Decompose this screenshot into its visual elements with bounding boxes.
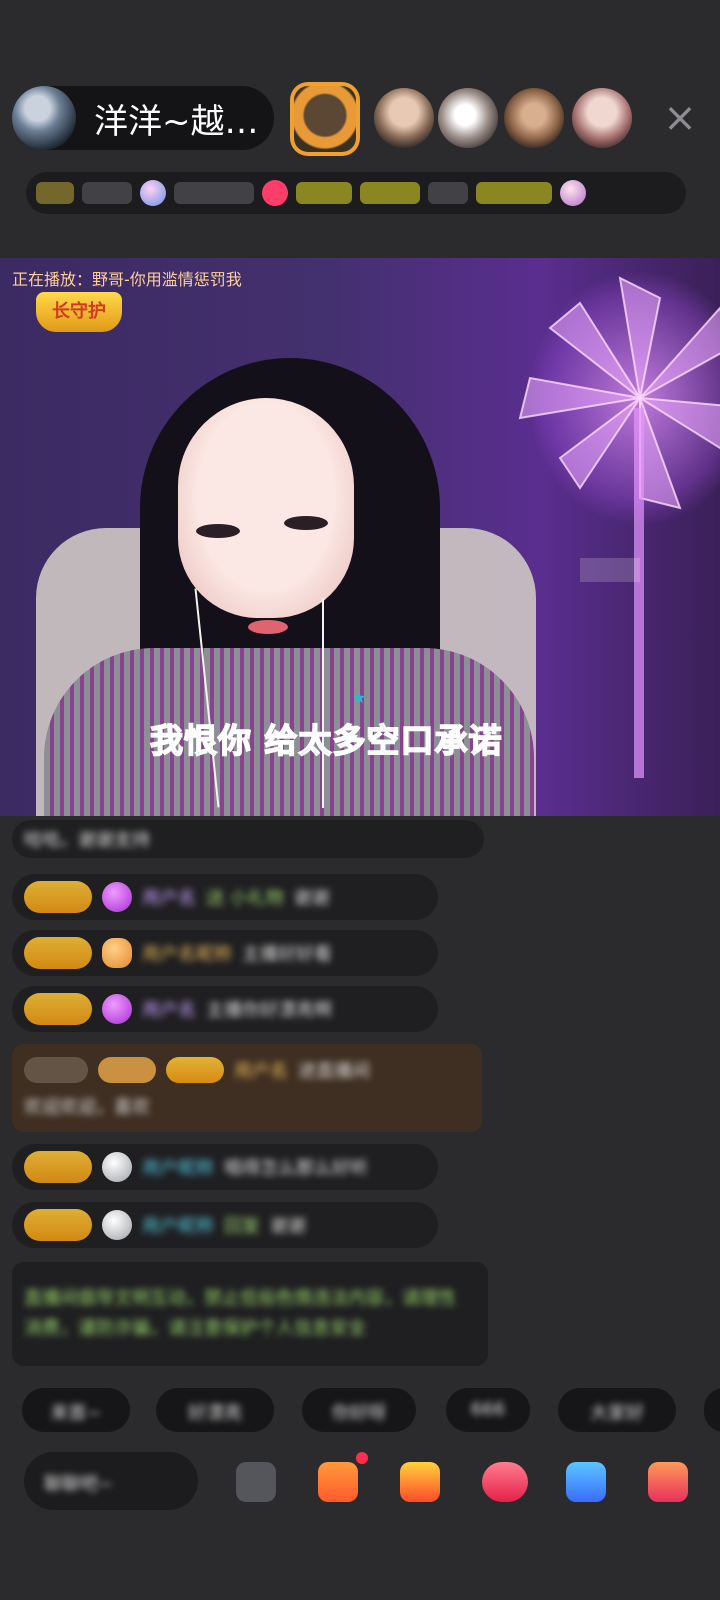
room-info-bar[interactable]: [26, 172, 686, 214]
gift-box-icon[interactable]: [318, 1462, 358, 1502]
quick-reply-chip[interactable]: 来首~: [22, 1388, 130, 1432]
viewer-avatar[interactable]: [572, 88, 632, 148]
guardian-badge[interactable]: 长守护: [36, 292, 122, 332]
chat-message[interactable]: 哈哈。谢谢支持: [12, 820, 484, 858]
live-video[interactable]: 正在播放：野哥-你用滥情惩罚我 长守护 ★ 我恨你 给太多空口承诺: [0, 258, 720, 816]
level-badge: [24, 1151, 92, 1183]
lyrics-caption: 我恨你 给太多空口承诺: [149, 720, 503, 761]
tag-chip[interactable]: [428, 182, 468, 204]
user-avatar-icon: [102, 1210, 132, 1240]
fan-badge: [98, 1057, 156, 1083]
user-avatar-icon: [102, 1152, 132, 1182]
earphone-wire: [322, 598, 324, 808]
close-icon[interactable]: ×: [662, 98, 698, 138]
level-badge: [24, 937, 92, 969]
quick-reply-chip[interactable]: 666: [446, 1388, 530, 1432]
tag-chip[interactable]: [476, 182, 552, 204]
gem-icon: [102, 994, 132, 1024]
lyric-star-icon: ★: [352, 688, 367, 707]
viewer-avatar[interactable]: [504, 88, 564, 148]
streamer-lips: [248, 620, 288, 634]
host-name: 洋洋~越…: [94, 101, 259, 142]
chat-message[interactable]: 用户名 主播你好漂亮啊: [12, 986, 438, 1032]
rank-badge[interactable]: [36, 182, 74, 204]
host-avatar[interactable]: [12, 86, 76, 150]
level-badge: [24, 1209, 92, 1241]
viewer-avatar[interactable]: [438, 88, 498, 148]
share-icon[interactable]: [566, 1462, 606, 1502]
fan-club-icon[interactable]: [560, 180, 586, 206]
notification-dot: [356, 1452, 368, 1464]
level-badge: [24, 881, 92, 913]
shop-icon[interactable]: [648, 1462, 688, 1502]
quick-reply-chip[interactable]: [704, 1388, 720, 1432]
chat-input[interactable]: 聊聊吧~: [24, 1452, 198, 1510]
quick-reply-chip[interactable]: 好漂亮: [156, 1388, 274, 1432]
streamer-eye: [284, 516, 328, 530]
chat-message[interactable]: 用户名 送 小礼物 谢谢: [12, 874, 438, 920]
chat-message[interactable]: 用户昵称 唱得怎么那么好听: [12, 1144, 438, 1190]
rank-badge: [24, 1057, 88, 1083]
heart-icon[interactable]: [482, 1462, 528, 1502]
more-icon[interactable]: [236, 1462, 276, 1502]
viewer-avatar[interactable]: [374, 88, 434, 148]
room-stat-text: [174, 182, 254, 204]
room-avatar-icon[interactable]: [140, 180, 166, 206]
streamer-face: [178, 398, 354, 618]
chat-message[interactable]: 用户昵称 回复 谢谢: [12, 1202, 438, 1248]
tag-chip[interactable]: [296, 182, 352, 204]
quick-reply-chip[interactable]: 你好呀: [302, 1388, 416, 1432]
chat-message-highlight[interactable]: 用户名 进直播间 欢迎欢迎，喜欢: [12, 1044, 482, 1132]
tag-chip[interactable]: [360, 182, 420, 204]
rank-text: [82, 182, 132, 204]
level-badge: [24, 993, 92, 1025]
gem-icon: [102, 882, 132, 912]
red-packet-icon[interactable]: [400, 1462, 440, 1502]
pinwheel-decoration: [518, 276, 720, 778]
fan-icon: [102, 938, 132, 968]
system-notice: 直播间倡导文明互动，禁止低俗色情违法内容，请理性消费，谨防诈骗，请注意保护个人信…: [12, 1262, 488, 1366]
level-badge: [166, 1057, 224, 1083]
hot-icon[interactable]: [262, 180, 288, 206]
top-fan-avatar[interactable]: [290, 82, 360, 156]
now-playing-text[interactable]: 正在播放：野哥-你用滥情惩罚我: [12, 266, 242, 290]
chat-message[interactable]: 用户名昵称 主播好好看: [12, 930, 438, 976]
host-profile-pill[interactable]: 洋洋~越…: [12, 86, 274, 150]
quick-reply-chip[interactable]: 大家好: [558, 1388, 676, 1432]
streamer-eye: [196, 524, 240, 538]
